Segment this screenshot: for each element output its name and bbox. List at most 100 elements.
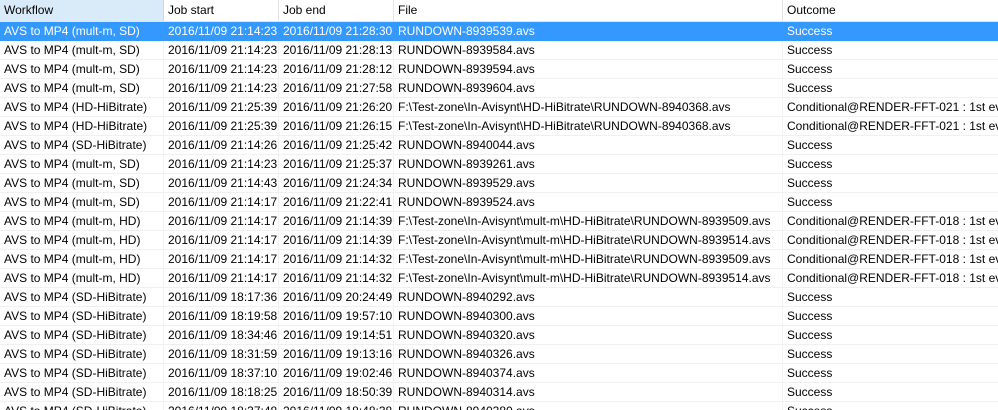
- cell-job-end: 2016/11/09 19:57:10: [279, 307, 394, 326]
- cell-job-start: 2016/11/09 21:14:43: [164, 174, 279, 193]
- column-header-outcome[interactable]: Outcome: [783, 0, 998, 21]
- cell-workflow: AVS to MP4 (mult-m, HD): [0, 250, 164, 269]
- cell-file: RUNDOWN-8939524.avs: [394, 193, 783, 212]
- table-row[interactable]: AVS to MP4 (SD-HiBitrate)2016/11/09 18:3…: [0, 345, 998, 364]
- cell-job-start: 2016/11/09 18:19:58: [164, 307, 279, 326]
- table-row[interactable]: AVS to MP4 (HD-HiBitrate) 2016/11/09 21:2…: [0, 98, 998, 117]
- cell-workflow: AVS to MP4 (SD-HiBitrate): [0, 345, 164, 364]
- cell-job-start: 2016/11/09 21:14:17: [164, 212, 279, 231]
- cell-job-start: 2016/11/09 21:25:39: [164, 98, 279, 117]
- cell-job-end: 2016/11/09 21:27:58: [279, 79, 394, 98]
- cell-file: RUNDOWN-8939261.avs: [394, 155, 783, 174]
- cell-job-start: 2016/11/09 18:31:59: [164, 345, 279, 364]
- cell-outcome: Conditional@RENDER-FFT-018 : 1st eva: [783, 250, 998, 269]
- cell-outcome: Success: [783, 364, 998, 383]
- cell-outcome: Success: [783, 60, 998, 79]
- cell-job-start: 2016/11/09 18:34:46: [164, 326, 279, 345]
- cell-job-end: 2016/11/09 21:14:32: [279, 269, 394, 288]
- cell-workflow: AVS to MP4 (SD-HiBitrate): [0, 364, 164, 383]
- table-row[interactable]: AVS to MP4 (SD-HiBitrate) 2016/11/09 18:1…: [0, 383, 998, 402]
- cell-job-end: 2016/11/09 21:28:13: [279, 41, 394, 60]
- table-row[interactable]: AVS to MP4 (SD-HiBitrate) 2016/11/09 18:1…: [0, 288, 998, 307]
- column-header-row: Workflow Job start Job end File Outcome: [0, 0, 998, 22]
- cell-outcome: Success: [783, 383, 998, 402]
- table-row[interactable]: AVS to MP4 (mult-m, SD) 2016/11/09 21:14:…: [0, 60, 998, 79]
- cell-workflow: AVS to MP4 (SD-HiBitrate): [0, 326, 164, 345]
- job-list-grid[interactable]: Workflow Job start Job end File Outcome AVS …: [0, 0, 998, 410]
- cell-job-start: 2016/11/09 21:14:26: [164, 136, 279, 155]
- cell-job-start: 2016/11/09 21:14:23: [164, 22, 279, 41]
- table-row[interactable]: AVS to MP4 (SD-HiBitrate)2016/11/09 18:3…: [0, 326, 998, 345]
- job-list-body: AVS to MP4 (mult-m, SD) 2016/11/09 21:14:…: [0, 22, 998, 410]
- column-header-job-end[interactable]: Job end: [279, 0, 394, 21]
- cell-job-end: 2016/11/09 21:22:41: [279, 193, 394, 212]
- cell-job-end: 2016/11/09 19:13:16: [279, 345, 394, 364]
- cell-job-end: 2016/11/09 21:25:37: [279, 155, 394, 174]
- table-row[interactable]: AVS to MP4 (mult-m, HD) 2016/11/09 21:14:…: [0, 269, 998, 288]
- cell-outcome: Success: [783, 345, 998, 364]
- cell-outcome: Success: [783, 41, 998, 60]
- table-row[interactable]: AVS to MP4 (mult-m, SD) 2016/11/09 21:14:…: [0, 22, 998, 41]
- cell-job-start: 2016/11/09 21:14:23: [164, 60, 279, 79]
- table-row[interactable]: AVS to MP4 (HD-HiBitrate) 2016/11/09 21:2…: [0, 117, 998, 136]
- cell-job-start: 2016/11/09 21:25:39: [164, 117, 279, 136]
- cell-job-end: 2016/11/09 19:02:46: [279, 364, 394, 383]
- cell-workflow: AVS to MP4 (mult-m, SD): [0, 60, 164, 79]
- cell-file: F:\Test-zone\In-Avisynt\mult-m\HD-HiBitr…: [394, 250, 783, 269]
- column-header-file[interactable]: File: [394, 0, 783, 21]
- cell-job-start: 2016/11/09 21:14:17: [164, 193, 279, 212]
- cell-job-start: 2016/11/09 18:37:10: [164, 364, 279, 383]
- cell-job-end: 2016/11/09 18:48:38: [279, 402, 394, 410]
- cell-job-end: 2016/11/09 21:14:39: [279, 212, 394, 231]
- cell-workflow: AVS to MP4 (SD-HiBitrate): [0, 402, 164, 410]
- table-row[interactable]: AVS to MP4 (mult-m, SD) 2016/11/09 21:14:…: [0, 155, 998, 174]
- cell-file: RUNDOWN-8940292.avs: [394, 288, 783, 307]
- cell-job-end: 2016/11/09 21:28:12: [279, 60, 394, 79]
- cell-workflow: AVS to MP4 (SD-HiBitrate): [0, 136, 164, 155]
- cell-file: F:\Test-zone\In-Avisynt\mult-m\HD-HiBitr…: [394, 231, 783, 250]
- table-row[interactable]: AVS to MP4 (SD-HiBitrate) 2016/11/09 18:1…: [0, 307, 998, 326]
- cell-workflow: AVS to MP4 (HD-HiBitrate): [0, 98, 164, 117]
- cell-outcome: Success: [783, 193, 998, 212]
- cell-job-start: 2016/11/09 21:14:23: [164, 79, 279, 98]
- cell-job-end: 2016/11/09 20:24:49: [279, 288, 394, 307]
- cell-file: RUNDOWN-8940320.avs: [394, 326, 783, 345]
- cell-outcome: Success: [783, 22, 998, 41]
- table-row[interactable]: AVS to MP4 (mult-m, SD) 2016/11/09 21:14:…: [0, 193, 998, 212]
- cell-job-start: 2016/11/09 21:14:17: [164, 231, 279, 250]
- cell-outcome: Success: [783, 155, 998, 174]
- cell-workflow: AVS to MP4 (mult-m, HD): [0, 269, 164, 288]
- cell-file: RUNDOWN-8939584.avs: [394, 41, 783, 60]
- cell-job-end: 2016/11/09 21:14:32: [279, 250, 394, 269]
- column-header-job-start[interactable]: Job start: [164, 0, 279, 21]
- cell-outcome: Success: [783, 136, 998, 155]
- table-row[interactable]: AVS to MP4 (SD-HiBitrate)2016/11/09 18:3…: [0, 364, 998, 383]
- table-row[interactable]: AVS to MP4 (mult-m, SD) 2016/11/09 21:14:…: [0, 41, 998, 60]
- table-row[interactable]: AVS to MP4 (SD-HiBitrate) 2016/11/09 21:1…: [0, 136, 998, 155]
- cell-workflow: AVS to MP4 (mult-m, SD): [0, 174, 164, 193]
- table-row[interactable]: AVS to MP4 (mult-m, HD) 2016/11/09 21:14:…: [0, 212, 998, 231]
- table-row[interactable]: AVS to MP4 (mult-m, SD) 2016/11/09 21:14:…: [0, 79, 998, 98]
- cell-job-start: 2016/11/09 21:14:17: [164, 250, 279, 269]
- cell-workflow: AVS to MP4 (SD-HiBitrate): [0, 288, 164, 307]
- cell-outcome: Conditional@RENDER-FFT-018 : 1st eva: [783, 269, 998, 288]
- cell-outcome: Conditional@RENDER-FFT-021 : 1st eva: [783, 98, 998, 117]
- cell-workflow: AVS to MP4 (mult-m, HD): [0, 231, 164, 250]
- table-row[interactable]: AVS to MP4 (SD-HiBitrate)2016/11/09 18:3…: [0, 402, 998, 410]
- cell-outcome: Conditional@RENDER-FFT-018 : 1st eva: [783, 231, 998, 250]
- table-row[interactable]: AVS to MP4 (mult-m, HD) 2016/11/09 21:14:…: [0, 231, 998, 250]
- cell-outcome: Success: [783, 402, 998, 410]
- column-header-workflow[interactable]: Workflow: [0, 0, 164, 21]
- cell-job-end: 2016/11/09 21:24:34: [279, 174, 394, 193]
- cell-outcome: Success: [783, 326, 998, 345]
- cell-job-start: 2016/11/09 18:37:48: [164, 402, 279, 410]
- table-row[interactable]: AVS to MP4 (mult-m, HD) 2016/11/09 21:14:…: [0, 250, 998, 269]
- table-row[interactable]: AVS to MP4 (mult-m, SD) 2016/11/09 21:14:…: [0, 174, 998, 193]
- cell-file: F:\Test-zone\In-Avisynt\HD-HiBitrate\RUN…: [394, 98, 783, 117]
- cell-file: RUNDOWN-8940300.avs: [394, 307, 783, 326]
- cell-workflow: AVS to MP4 (mult-m, SD): [0, 155, 164, 174]
- cell-job-start: 2016/11/09 21:14:23: [164, 155, 279, 174]
- cell-outcome: Success: [783, 174, 998, 193]
- cell-workflow: AVS to MP4 (SD-HiBitrate): [0, 383, 164, 402]
- cell-outcome: Success: [783, 288, 998, 307]
